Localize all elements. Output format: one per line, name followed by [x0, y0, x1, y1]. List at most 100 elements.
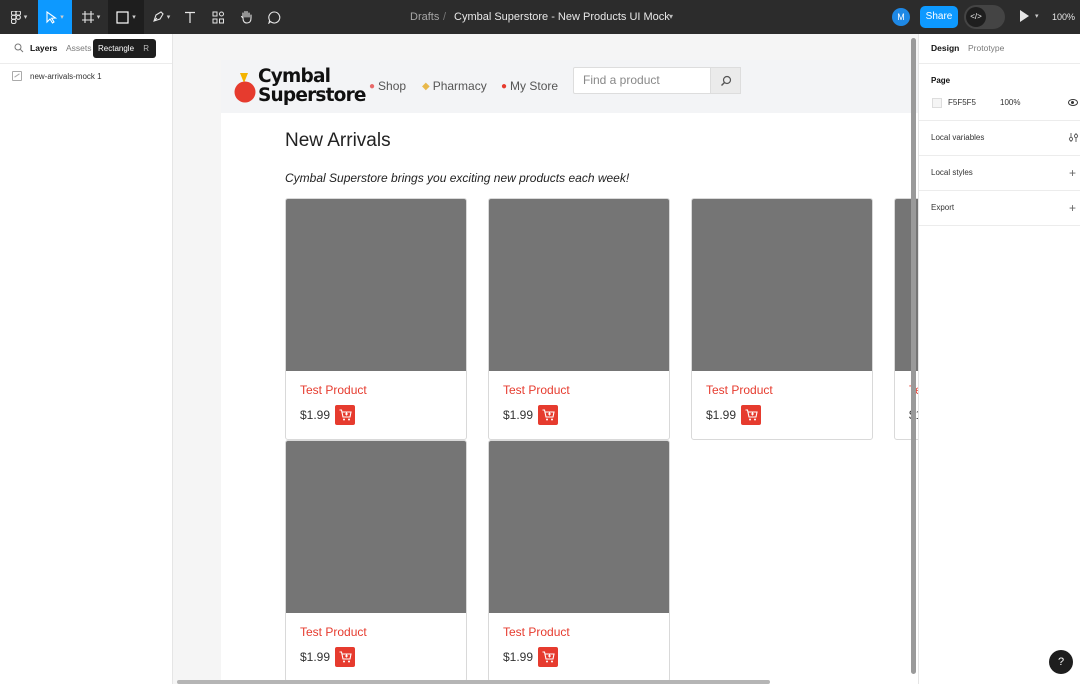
apple-icon: ● — [369, 80, 376, 92]
tab-prototype[interactable]: Prototype — [968, 43, 1004, 53]
product-card[interactable]: Test Product $1.99 — [285, 440, 467, 682]
breadcrumb-drafts[interactable]: Drafts — [410, 0, 439, 34]
share-button[interactable]: Share — [920, 6, 958, 28]
top-toolbar: ▾ ▾ ▾ ▾ ▾ Drafts / Cymbal Superstore - N… — [0, 0, 1080, 34]
frame-tool-button[interactable]: ▾ — [76, 0, 106, 34]
local-styles-label[interactable]: Local styles — [931, 168, 973, 177]
product-price: $1.99 — [300, 650, 331, 664]
help-button[interactable]: ? — [1049, 650, 1073, 674]
dev-mode-toggle[interactable]: </> — [964, 5, 1005, 29]
user-avatar[interactable]: M — [892, 8, 910, 26]
pen-tool-button[interactable]: ▾ — [146, 0, 176, 34]
divider — [919, 120, 1080, 121]
main-menu-button[interactable]: ▾ — [6, 0, 32, 34]
chevron-down-icon[interactable]: ▾ — [1035, 0, 1039, 34]
components-icon — [212, 11, 224, 23]
play-icon[interactable] — [1020, 10, 1029, 22]
cursor-icon — [46, 10, 58, 24]
horizontal-scrollbar[interactable] — [177, 680, 770, 684]
pin-icon: ● — [501, 80, 508, 92]
hand-icon — [240, 10, 252, 24]
divider — [0, 63, 172, 64]
file-title[interactable]: Cymbal Superstore - New Products UI Mock — [454, 0, 670, 34]
cart-icon — [542, 409, 555, 421]
nav-pharmacy[interactable]: ◆ Pharmacy — [422, 79, 487, 93]
shape-tool-button[interactable]: ▾ — [108, 0, 144, 34]
divider — [919, 155, 1080, 156]
nav-my-store[interactable]: ● My Store — [501, 79, 558, 93]
product-card[interactable]: Test Product $1.99 — [285, 198, 467, 440]
eye-icon[interactable] — [1068, 99, 1078, 106]
tab-design[interactable]: Design — [931, 43, 959, 53]
figma-logo-icon — [10, 10, 21, 24]
sliders-icon[interactable] — [1068, 132, 1079, 143]
zoom-level[interactable]: 100% — [1052, 0, 1075, 34]
product-card[interactable]: Test Product $1.99 — [691, 198, 873, 440]
text-tool-button[interactable] — [180, 0, 200, 34]
product-card[interactable]: Test Product $1.99 — [488, 440, 670, 682]
tooltip-shortcut: R — [143, 44, 149, 53]
divider — [919, 225, 1080, 226]
divider — [919, 63, 1080, 64]
add-to-cart-button[interactable] — [538, 647, 558, 667]
comment-tool-button[interactable] — [263, 0, 285, 34]
add-to-cart-button[interactable] — [335, 647, 355, 667]
product-name[interactable]: Test Product — [300, 625, 367, 639]
page-opacity-value[interactable]: 100% — [1000, 98, 1020, 107]
page-section-title: Page — [931, 76, 951, 85]
pill-icon: ◆ — [422, 80, 430, 92]
tab-assets[interactable]: Assets — [66, 43, 92, 53]
logo-line-1: Cymbal — [258, 66, 331, 87]
site-logo-text[interactable]: Cymbal Superstore — [258, 67, 366, 105]
product-image-placeholder — [489, 199, 669, 371]
image-layer-icon — [12, 71, 22, 81]
page-subtitle: Cymbal Superstore brings you exciting ne… — [285, 171, 630, 185]
breadcrumb-separator: / — [443, 11, 447, 23]
cart-icon — [542, 651, 555, 663]
add-to-cart-button[interactable] — [741, 405, 761, 425]
local-variables-label[interactable]: Local variables — [931, 133, 984, 142]
frame-icon — [81, 11, 94, 23]
add-to-cart-button[interactable] — [538, 405, 558, 425]
hand-tool-button[interactable] — [235, 0, 257, 34]
product-name[interactable]: Test Product — [300, 383, 367, 397]
tooltip: Rectangle R — [93, 39, 156, 58]
search-icon[interactable] — [14, 43, 24, 53]
right-panel: Design Prototype Page F5F5F5 100% Local … — [918, 34, 1080, 684]
plus-icon[interactable]: + — [1069, 167, 1076, 179]
nav-shop-label: Shop — [378, 79, 407, 93]
export-label[interactable]: Export — [931, 203, 954, 212]
layer-item[interactable]: new-arrivals-mock 1 — [12, 69, 102, 83]
add-to-cart-button[interactable] — [335, 405, 355, 425]
product-image-placeholder — [286, 199, 466, 371]
comment-icon — [267, 10, 280, 24]
mock-frame[interactable]: Cymbal Superstore ● Shop ◆ Pharmacy ● My… — [221, 60, 918, 684]
logo-line-2: Superstore — [258, 85, 366, 106]
page-color-swatch[interactable] — [932, 98, 942, 108]
search-button[interactable] — [711, 67, 741, 94]
nav-shop[interactable]: ● Shop — [369, 79, 406, 93]
chevron-down-icon: ▾ — [166, 14, 171, 21]
plus-icon[interactable]: + — [1069, 202, 1076, 214]
product-card[interactable]: Test Product $1.99 — [488, 198, 670, 440]
product-search-input[interactable]: Find a product — [573, 67, 711, 94]
move-tool-button[interactable]: ▾ — [38, 0, 72, 34]
product-name[interactable]: Test Product — [503, 383, 570, 397]
vertical-scrollbar[interactable] — [911, 38, 916, 674]
resources-tool-button[interactable] — [207, 0, 229, 34]
tab-layers[interactable]: Layers — [30, 43, 57, 53]
product-price: $1.99 — [706, 408, 737, 422]
cart-icon — [339, 409, 352, 421]
product-name[interactable]: Test Product — [503, 625, 570, 639]
product-price: $1.99 — [300, 408, 331, 422]
chevron-down-icon[interactable]: ▾ — [669, 0, 673, 34]
product-image-placeholder — [692, 199, 872, 371]
cart-icon — [339, 651, 352, 663]
product-price: $1.99 — [503, 408, 534, 422]
chevron-down-icon: ▾ — [132, 14, 136, 21]
canvas[interactable]: Cymbal Superstore ● Shop ◆ Pharmacy ● My… — [173, 34, 918, 684]
layer-label: new-arrivals-mock 1 — [30, 71, 102, 81]
product-name[interactable]: Test Product — [706, 383, 773, 397]
page-color-value[interactable]: F5F5F5 — [948, 98, 976, 107]
product-image-placeholder — [489, 441, 669, 613]
